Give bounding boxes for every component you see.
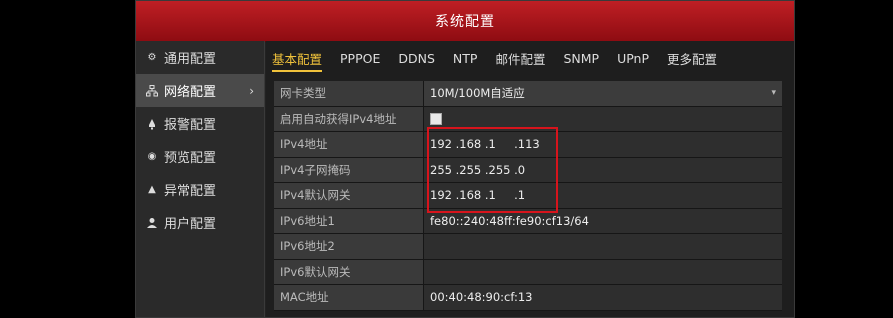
sidebar-item-label: 用户配置 [164,217,217,232]
ipv6-gateway-field[interactable] [424,259,782,284]
sidebar-item-label: 通用配置 [164,52,217,67]
window-title: 系统配置 [435,14,495,30]
warning-icon: ▲ [148,184,156,195]
ipv4-mask-field[interactable]: 255 .255 .255 .0 [424,157,782,182]
chevron-right-icon: › [249,83,254,98]
form-row: IPv6地址2 [274,234,782,260]
sidebar-item-network[interactable]: 网络配置 › [136,74,264,107]
preview-icon: ◉ [147,151,157,162]
sidebar: ⚙ 通用配置 网络配置 › 报警配置 ◉ 预览配置 ▲ 异常配置 用户配置 [136,41,265,317]
window-title-bar: 系统配置 [136,1,794,42]
form-row: IPv4默认网关 192 .168 .1 .1 [274,183,782,209]
sidebar-item-label: 网络配置 [164,85,217,100]
ipv4-address-field[interactable]: 192 .168 .1 .113 [424,132,782,157]
tab-basic[interactable]: 基本配置 [272,49,323,72]
ipv6-address2-field[interactable] [424,234,782,259]
ipv6-address1-label: IPv6地址1 [274,208,424,233]
sidebar-item-label: 异常配置 [164,184,217,199]
alarm-icon [146,118,158,130]
ipv4-gateway-field[interactable]: 192 .168 .1 .1 [424,183,782,208]
form-row: IPv4子网掩码 255 .255 .255 .0 [274,157,782,183]
tab-email[interactable]: 邮件配置 [495,49,545,72]
tab-snmp[interactable]: SNMP [563,51,599,70]
form-row: 网卡类型 10M/100M自适应 ▾ [274,81,782,107]
form-row: IPv6地址1 fe80::240:48ff:fe90:cf13/64 [274,208,782,234]
nic-type-select[interactable]: 10M/100M自适应 ▾ [424,81,782,106]
tab-pppoe[interactable]: PPPOE [340,51,380,70]
tab-upnp[interactable]: UPnP [617,51,649,70]
sidebar-item-label: 预览配置 [164,151,217,166]
dhcp-cell [424,106,782,131]
mac-label: MAC地址 [274,285,424,310]
user-icon [146,217,158,229]
form-row: IPv6默认网关 [274,259,782,285]
ipv6-address2-label: IPv6地址2 [274,234,424,259]
tab-ddns[interactable]: DDNS [398,51,435,70]
ipv4-mask-label: IPv4子网掩码 [274,157,424,182]
sidebar-item-user[interactable]: 用户配置 [136,206,264,239]
mac-value: 00:40:48:90:cf:13 [424,285,782,310]
form-row: MAC地址 00:40:48:90:cf:13 [274,285,782,311]
network-icon [146,84,158,97]
sidebar-item-alarm[interactable]: 报警配置 [136,107,264,140]
content-panel: 基本配置 PPPOE DDNS NTP 邮件配置 SNMP UPnP 更多配置 … [266,41,794,317]
sidebar-item-label: 报警配置 [164,118,217,133]
nic-type-value: 10M/100M自适应 [430,86,525,101]
sidebar-item-exception[interactable]: ▲ 异常配置 [136,173,264,206]
ipv4-gateway-label: IPv4默认网关 [274,183,424,208]
form-row: IPv4地址 192 .168 .1 .113 [274,132,782,158]
tab-more[interactable]: 更多配置 [667,49,717,72]
config-window: 系统配置 ⚙ 通用配置 网络配置 › 报警配置 ◉ 预览配置 ▲ 异常配置 用户… [135,0,795,318]
settings-form: 网卡类型 10M/100M自适应 ▾ 启用自动获得IPv4地址 IPv4地址 1… [274,81,782,311]
ipv6-address1-field[interactable]: fe80::240:48ff:fe90:cf13/64 [424,208,782,233]
gear-icon: ⚙ [147,52,157,63]
chevron-down-icon: ▾ [771,88,776,99]
tab-ntp[interactable]: NTP [453,51,478,70]
form-row: 启用自动获得IPv4地址 [274,106,782,132]
nic-type-label: 网卡类型 [274,81,424,106]
ipv4-address-label: IPv4地址 [274,132,424,157]
ipv6-gateway-label: IPv6默认网关 [274,259,424,284]
dhcp-checkbox[interactable] [430,112,442,125]
sidebar-item-general[interactable]: ⚙ 通用配置 [136,41,264,74]
sidebar-item-preview[interactable]: ◉ 预览配置 [136,140,264,173]
tab-bar: 基本配置 PPPOE DDNS NTP 邮件配置 SNMP UPnP 更多配置 [266,41,794,79]
dhcp-label: 启用自动获得IPv4地址 [274,106,424,131]
